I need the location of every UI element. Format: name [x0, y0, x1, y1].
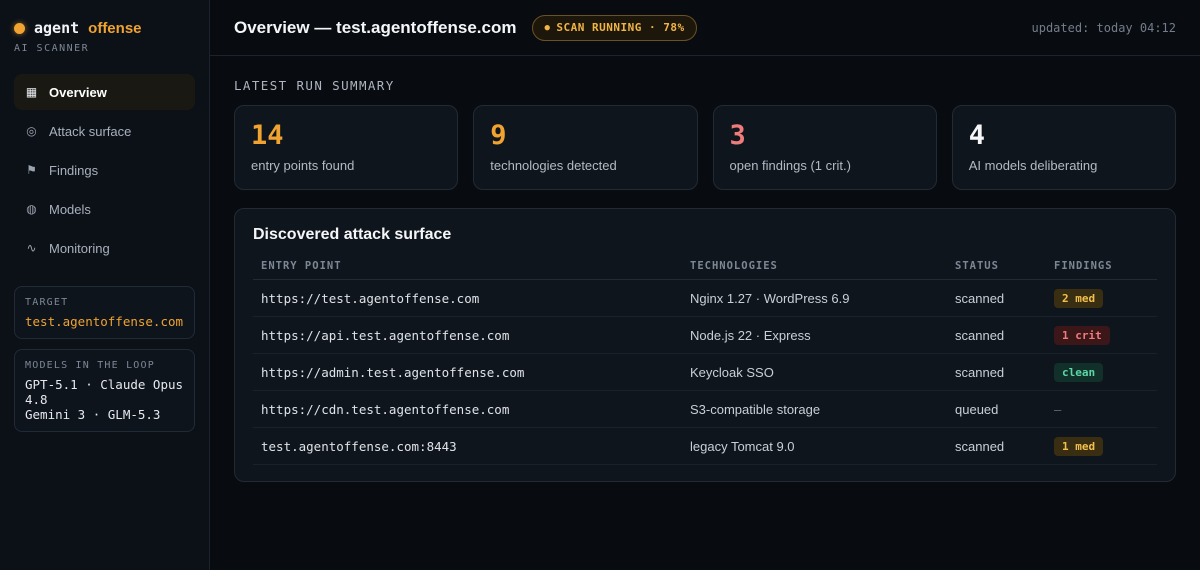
status-cell: scanned: [947, 427, 1046, 465]
column-header-status[interactable]: STATUS: [947, 260, 1046, 280]
table-row[interactable]: test.agentoffense.com:8443 legacy Tomcat…: [253, 427, 1157, 465]
technologies-cell: Node.js 22 · Express: [682, 316, 947, 354]
table-header-row: ENTRY POINT TECHNOLOGIES STATUS FINDINGS: [253, 260, 1157, 280]
findings-cell: –: [1046, 390, 1157, 428]
brand-name-primary: agent: [34, 19, 80, 37]
stat-value: 4: [968, 120, 986, 151]
finding-badge[interactable]: 2 med: [1054, 288, 1104, 308]
brand-subtitle: AI SCANNER: [14, 43, 90, 54]
brand-name-accent: offense: [88, 19, 142, 37]
top-bar: Overview — test.agentoffense.com ● SCAN …: [210, 0, 1200, 56]
stat-label: entry points found: [251, 158, 355, 173]
findings-cell: 1 crit: [1046, 316, 1157, 354]
status-cell: queued: [947, 390, 1046, 428]
table-row[interactable]: https://admin.test.agentoffense.com Keyc…: [253, 353, 1157, 391]
sidebar: agent offense AI SCANNER ▦ Overview ◎ At…: [0, 0, 210, 570]
column-header-technologies[interactable]: TECHNOLOGIES: [682, 260, 947, 280]
updated-timestamp: updated: today 04:12: [1031, 20, 1177, 35]
sidebar-item-label: Models: [49, 201, 91, 217]
technologies-cell: Keycloak SSO: [682, 353, 947, 391]
scan-status-text: SCAN RUNNING · 78%: [556, 21, 685, 34]
stat-label: technologies detected: [490, 158, 617, 173]
main-area: Overview — test.agentoffense.com ● SCAN …: [210, 0, 1200, 570]
status-cell: scanned: [947, 316, 1046, 354]
stat-value: 14: [251, 120, 284, 151]
technologies-cell: legacy Tomcat 9.0: [682, 427, 947, 465]
stat-value: 3: [729, 120, 746, 151]
stat-card-entry-points[interactable]: 14 entry points found: [234, 105, 459, 190]
attack-surface-panel: Discovered attack surface ENTRY POINT TE…: [234, 208, 1176, 482]
pulse-icon: ∿: [26, 241, 37, 255]
sidebar-item-models[interactable]: ◍ Models: [14, 191, 195, 227]
page-title: Overview — test.agentoffense.com: [234, 17, 517, 37]
flag-icon: ⚑: [26, 163, 37, 177]
stat-label: open findings (1 crit.): [729, 158, 851, 173]
brand-logo[interactable]: agent offense: [14, 18, 195, 38]
table-row[interactable]: https://api.test.agentoffense.com Node.j…: [253, 316, 1157, 354]
sidebar-item-overview[interactable]: ▦ Overview: [14, 74, 195, 110]
attack-surface-table: ENTRY POINT TECHNOLOGIES STATUS FINDINGS…: [253, 260, 1157, 465]
sidebar-nav: ▦ Overview ◎ Attack surface ⚑ Findings ◍…: [14, 74, 195, 266]
column-header-findings[interactable]: FINDINGS: [1046, 260, 1157, 280]
status-cell: scanned: [947, 353, 1046, 391]
findings-cell: 1 med: [1046, 427, 1157, 465]
target-label: TARGET: [25, 297, 69, 308]
target-value: test.agentoffense.com: [25, 314, 184, 329]
entry-point-cell[interactable]: https://admin.test.agentoffense.com: [253, 353, 682, 391]
technologies-cell: S3-compatible storage: [682, 390, 947, 428]
status-dot-icon: ●: [544, 22, 551, 33]
entry-point-cell[interactable]: https://test.agentoffense.com: [253, 279, 682, 317]
attack-surface-title: Discovered attack surface: [253, 226, 452, 243]
finding-badge[interactable]: 1 med: [1054, 436, 1104, 456]
entry-point-cell[interactable]: https://cdn.test.agentoffense.com: [253, 390, 682, 428]
grid-icon: ▦: [25, 85, 38, 99]
status-cell: scanned: [947, 279, 1046, 317]
scan-status-badge: ● SCAN RUNNING · 78%: [532, 14, 697, 41]
sidebar-item-monitoring[interactable]: ∿ Monitoring: [14, 230, 195, 266]
finding-badge[interactable]: 1 crit: [1054, 325, 1110, 345]
sidebar-item-label: Findings: [49, 162, 99, 178]
sidebar-item-label: Overview: [49, 84, 107, 100]
technologies-cell: Nginx 1.27 · WordPress 6.9: [682, 279, 947, 317]
globe-icon: ◍: [26, 202, 37, 216]
target-panel: TARGET test.agentoffense.com: [14, 286, 195, 339]
table-row[interactable]: https://cdn.test.agentoffense.com S3-com…: [253, 390, 1157, 428]
entry-point-cell[interactable]: test.agentoffense.com:8443: [253, 427, 682, 465]
sidebar-item-label: Monitoring: [49, 240, 110, 256]
stat-value: 9: [490, 120, 507, 151]
content: LATEST RUN SUMMARY 14 entry points found…: [210, 56, 1200, 504]
finding-empty: –: [1054, 401, 1062, 417]
findings-cell: clean: [1046, 353, 1157, 391]
findings-cell: 2 med: [1046, 279, 1157, 317]
models-line-1: GPT-5.1 · Claude Opus 4.8: [25, 377, 184, 407]
brand-dot-icon: [14, 22, 25, 34]
finding-badge[interactable]: clean: [1054, 362, 1104, 382]
stat-card-technologies[interactable]: 9 technologies detected: [473, 105, 698, 190]
models-line-2: Gemini 3 · GLM-5.3: [25, 407, 161, 422]
summary-cards: 14 entry points found 9 technologies det…: [234, 105, 1176, 190]
sidebar-item-label: Attack surface: [49, 123, 132, 139]
table-row[interactable]: https://test.agentoffense.com Nginx 1.27…: [253, 279, 1157, 317]
sidebar-item-attack-surface[interactable]: ◎ Attack surface: [14, 113, 195, 149]
stat-card-findings[interactable]: 3 open findings (1 crit.): [712, 105, 937, 190]
target-icon: ◎: [26, 124, 37, 138]
models-label: MODELS IN THE LOOP: [25, 360, 155, 371]
section-label-summary: LATEST RUN SUMMARY: [234, 78, 395, 93]
stat-card-ai-models[interactable]: 4 AI models deliberating: [951, 105, 1176, 190]
entry-point-cell[interactable]: https://api.test.agentoffense.com: [253, 316, 682, 354]
models-panel: MODELS IN THE LOOP GPT-5.1 · Claude Opus…: [14, 349, 195, 432]
stat-label: AI models deliberating: [968, 158, 1098, 173]
sidebar-item-findings[interactable]: ⚑ Findings: [14, 152, 195, 188]
column-header-entry-point[interactable]: ENTRY POINT: [253, 260, 682, 280]
